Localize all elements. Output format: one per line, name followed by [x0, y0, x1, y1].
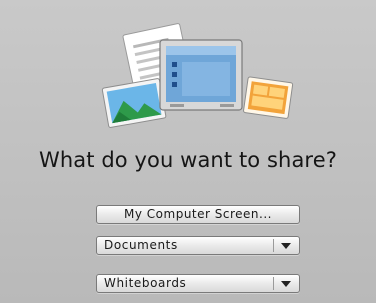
dropdown-divider [273, 239, 274, 252]
share-panel: What do you want to share? My Computer S… [0, 0, 376, 303]
documents-dropdown-label: Documents [104, 238, 178, 252]
dropdown-divider [273, 277, 274, 290]
chevron-down-icon[interactable] [281, 281, 291, 287]
chevron-down-icon[interactable] [281, 243, 291, 249]
whiteboard-icon [243, 76, 294, 119]
photo-icon [101, 78, 167, 128]
whiteboards-dropdown-label: Whiteboards [104, 276, 187, 290]
documents-dropdown[interactable]: Documents [96, 236, 300, 255]
share-illustration [100, 12, 295, 132]
whiteboards-dropdown[interactable]: Whiteboards [96, 274, 300, 293]
screen-window-icon [159, 39, 243, 111]
page-title: What do you want to share? [39, 148, 337, 172]
my-computer-screen-button[interactable]: My Computer Screen... [96, 205, 300, 224]
